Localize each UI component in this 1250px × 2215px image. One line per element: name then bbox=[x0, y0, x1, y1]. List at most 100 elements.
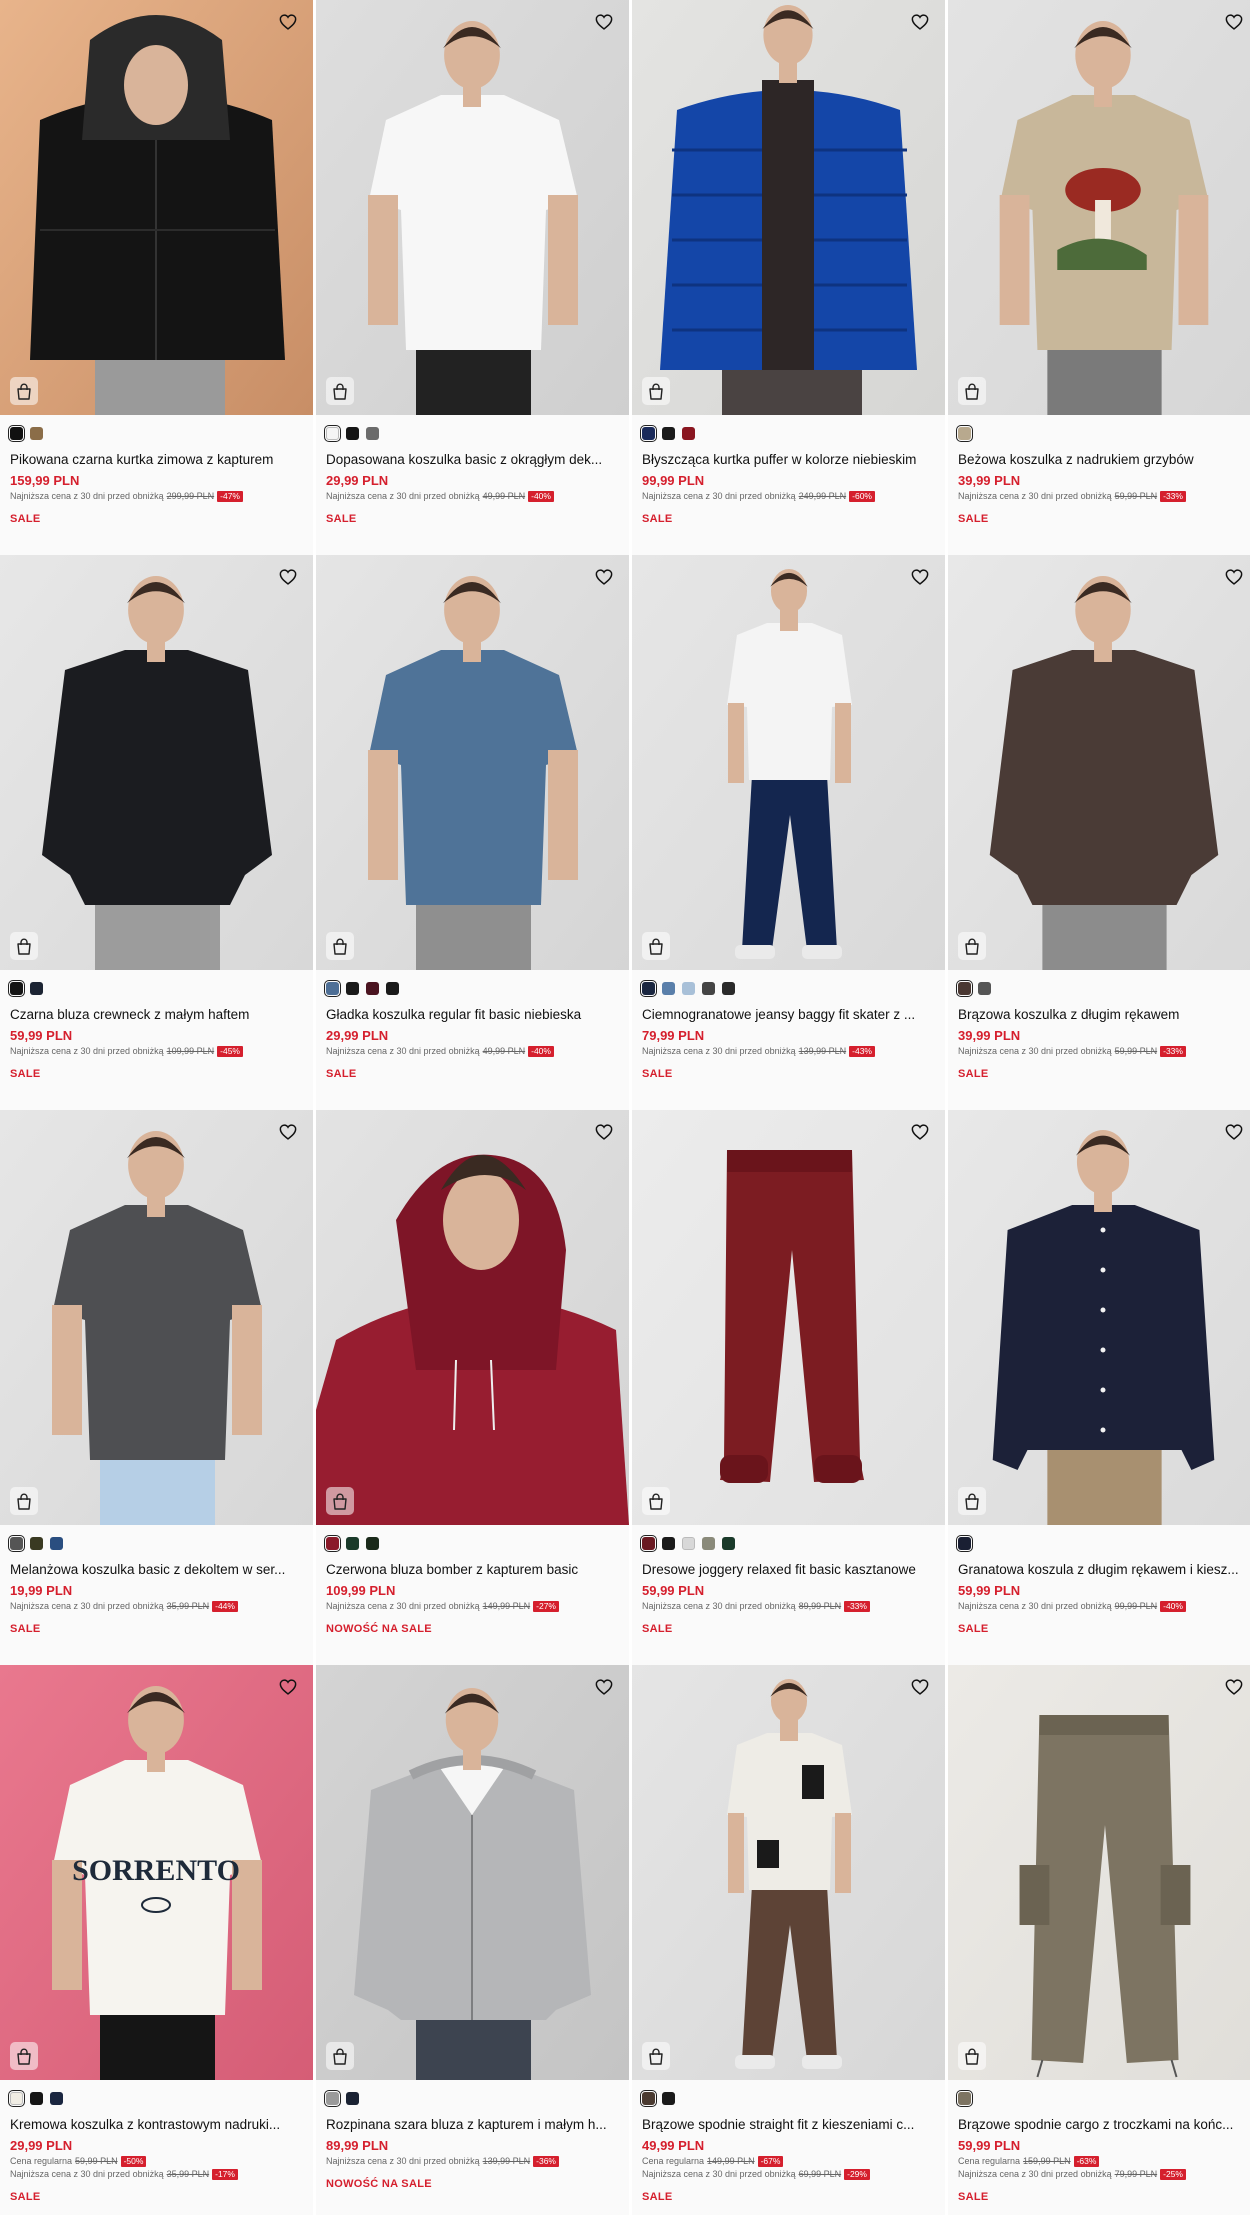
color-swatch[interactable] bbox=[722, 981, 735, 995]
product-image[interactable] bbox=[948, 1110, 1250, 1525]
product-image[interactable] bbox=[948, 0, 1250, 415]
product-name[interactable]: Granatowa koszula z długim rękawem i kie… bbox=[958, 1561, 1249, 1579]
color-swatch[interactable] bbox=[323, 979, 342, 997]
color-swatch[interactable] bbox=[30, 981, 43, 995]
shopping-bag-icon[interactable] bbox=[10, 2042, 38, 2070]
product-image[interactable] bbox=[632, 555, 945, 970]
product-card[interactable]: Rozpinana szara bluza z kapturem i małym… bbox=[316, 1665, 629, 2215]
product-card[interactable]: Dresowe joggery relaxed fit basic kaszta… bbox=[632, 1110, 945, 1665]
heart-outline-icon[interactable] bbox=[907, 1675, 933, 1699]
heart-outline-icon[interactable] bbox=[275, 10, 301, 34]
product-name[interactable]: Błyszcząca kurtka puffer w kolorze niebi… bbox=[642, 451, 935, 469]
heart-outline-icon[interactable] bbox=[591, 565, 617, 589]
product-name[interactable]: Ciemnogranatowe jeansy baggy fit skater … bbox=[642, 1006, 935, 1024]
product-name[interactable]: Czerwona bluza bomber z kapturem basic bbox=[326, 1561, 619, 1579]
shopping-bag-icon[interactable] bbox=[958, 932, 986, 960]
product-card[interactable]: Czarna bluza crewneck z małym haftem 59,9… bbox=[0, 555, 313, 1110]
product-card[interactable]: Czerwona bluza bomber z kapturem basic 10… bbox=[316, 1110, 629, 1665]
heart-outline-icon[interactable] bbox=[275, 1120, 301, 1144]
product-card[interactable]: Melanżowa koszulka basic z dekoltem w se… bbox=[0, 1110, 313, 1665]
product-name[interactable]: Dopasowana koszulka basic z okrągłym dek… bbox=[326, 451, 619, 469]
color-swatch[interactable] bbox=[346, 2091, 359, 2105]
product-name[interactable]: Beżowa koszulka z nadrukiem grzybów bbox=[958, 451, 1249, 469]
product-card[interactable]: Brązowa koszulka z długim rękawem 39,99 P… bbox=[948, 555, 1250, 1110]
product-name[interactable]: Gładka koszulka regular fit basic niebie… bbox=[326, 1006, 619, 1024]
color-swatch[interactable] bbox=[702, 981, 715, 995]
color-swatch[interactable] bbox=[30, 426, 43, 440]
color-swatch[interactable] bbox=[7, 424, 26, 442]
product-image[interactable] bbox=[0, 555, 313, 970]
color-swatch[interactable] bbox=[366, 981, 379, 995]
product-card[interactable]: Ciemnogranatowe jeansy baggy fit skater … bbox=[632, 555, 945, 1110]
product-image[interactable] bbox=[632, 0, 945, 415]
color-swatch[interactable] bbox=[50, 1536, 63, 1550]
color-swatch[interactable] bbox=[366, 1536, 379, 1550]
color-swatch[interactable] bbox=[639, 1534, 658, 1552]
color-swatch[interactable] bbox=[955, 979, 974, 997]
heart-outline-icon[interactable] bbox=[1221, 565, 1247, 589]
color-swatch[interactable] bbox=[662, 981, 675, 995]
product-name[interactable]: Czarna bluza crewneck z małym haftem bbox=[10, 1006, 303, 1024]
shopping-bag-icon[interactable] bbox=[10, 377, 38, 405]
product-name[interactable]: Pikowana czarna kurtka zimowa z kapturem bbox=[10, 451, 303, 469]
product-image[interactable] bbox=[948, 555, 1250, 970]
color-swatch[interactable] bbox=[682, 426, 695, 440]
product-image[interactable] bbox=[0, 1110, 313, 1525]
color-swatch[interactable] bbox=[50, 2091, 63, 2105]
color-swatch[interactable] bbox=[323, 424, 342, 442]
color-swatch[interactable] bbox=[346, 1536, 359, 1550]
color-swatch[interactable] bbox=[30, 1536, 43, 1550]
product-card[interactable]: Brązowe spodnie cargo z troczkami na koń… bbox=[948, 1665, 1250, 2215]
color-swatch[interactable] bbox=[978, 981, 991, 995]
heart-outline-icon[interactable] bbox=[591, 1675, 617, 1699]
color-swatch[interactable] bbox=[639, 2089, 658, 2107]
product-card[interactable]: SORRENTO Kremowa koszulka z kontrastowym … bbox=[0, 1665, 313, 2215]
shopping-bag-icon[interactable] bbox=[958, 2042, 986, 2070]
heart-outline-icon[interactable] bbox=[907, 1120, 933, 1144]
product-card[interactable]: Błyszcząca kurtka puffer w kolorze niebi… bbox=[632, 0, 945, 555]
product-name[interactable]: Brązowe spodnie straight fit z kieszenia… bbox=[642, 2116, 935, 2134]
shopping-bag-icon[interactable] bbox=[326, 932, 354, 960]
product-image[interactable] bbox=[316, 1665, 629, 2080]
product-card[interactable]: Gładka koszulka regular fit basic niebie… bbox=[316, 555, 629, 1110]
product-image[interactable]: SORRENTO bbox=[0, 1665, 313, 2080]
shopping-bag-icon[interactable] bbox=[10, 1487, 38, 1515]
product-name[interactable]: Brązowe spodnie cargo z troczkami na koń… bbox=[958, 2116, 1249, 2134]
shopping-bag-icon[interactable] bbox=[958, 377, 986, 405]
product-name[interactable]: Kremowa koszulka z kontrastowym nadruki.… bbox=[10, 2116, 303, 2134]
product-name[interactable]: Rozpinana szara bluza z kapturem i małym… bbox=[326, 2116, 619, 2134]
color-swatch[interactable] bbox=[323, 2089, 342, 2107]
heart-outline-icon[interactable] bbox=[591, 10, 617, 34]
shopping-bag-icon[interactable] bbox=[326, 2042, 354, 2070]
shopping-bag-icon[interactable] bbox=[642, 932, 670, 960]
product-image[interactable] bbox=[0, 0, 313, 415]
product-image[interactable] bbox=[316, 0, 629, 415]
product-image[interactable] bbox=[948, 1665, 1250, 2080]
color-swatch[interactable] bbox=[7, 1534, 26, 1552]
color-swatch[interactable] bbox=[955, 424, 974, 442]
product-image[interactable] bbox=[632, 1110, 945, 1525]
color-swatch[interactable] bbox=[955, 1534, 974, 1552]
color-swatch[interactable] bbox=[7, 2089, 26, 2107]
color-swatch[interactable] bbox=[639, 979, 658, 997]
color-swatch[interactable] bbox=[7, 979, 26, 997]
shopping-bag-icon[interactable] bbox=[642, 377, 670, 405]
heart-outline-icon[interactable] bbox=[1221, 10, 1247, 34]
color-swatch[interactable] bbox=[722, 1536, 735, 1550]
color-swatch[interactable] bbox=[662, 1536, 675, 1550]
color-swatch[interactable] bbox=[682, 1536, 695, 1550]
product-name[interactable]: Brązowa koszulka z długim rękawem bbox=[958, 1006, 1249, 1024]
color-swatch[interactable] bbox=[662, 2091, 675, 2105]
heart-outline-icon[interactable] bbox=[275, 1675, 301, 1699]
heart-outline-icon[interactable] bbox=[907, 10, 933, 34]
color-swatch[interactable] bbox=[346, 981, 359, 995]
product-card[interactable]: Pikowana czarna kurtka zimowa z kapturem… bbox=[0, 0, 313, 555]
shopping-bag-icon[interactable] bbox=[642, 1487, 670, 1515]
product-name[interactable]: Dresowe joggery relaxed fit basic kaszta… bbox=[642, 1561, 935, 1579]
product-name[interactable]: Melanżowa koszulka basic z dekoltem w se… bbox=[10, 1561, 303, 1579]
shopping-bag-icon[interactable] bbox=[958, 1487, 986, 1515]
color-swatch[interactable] bbox=[955, 2089, 974, 2107]
product-card[interactable]: Brązowe spodnie straight fit z kieszenia… bbox=[632, 1665, 945, 2215]
color-swatch[interactable] bbox=[323, 1534, 342, 1552]
color-swatch[interactable] bbox=[639, 424, 658, 442]
